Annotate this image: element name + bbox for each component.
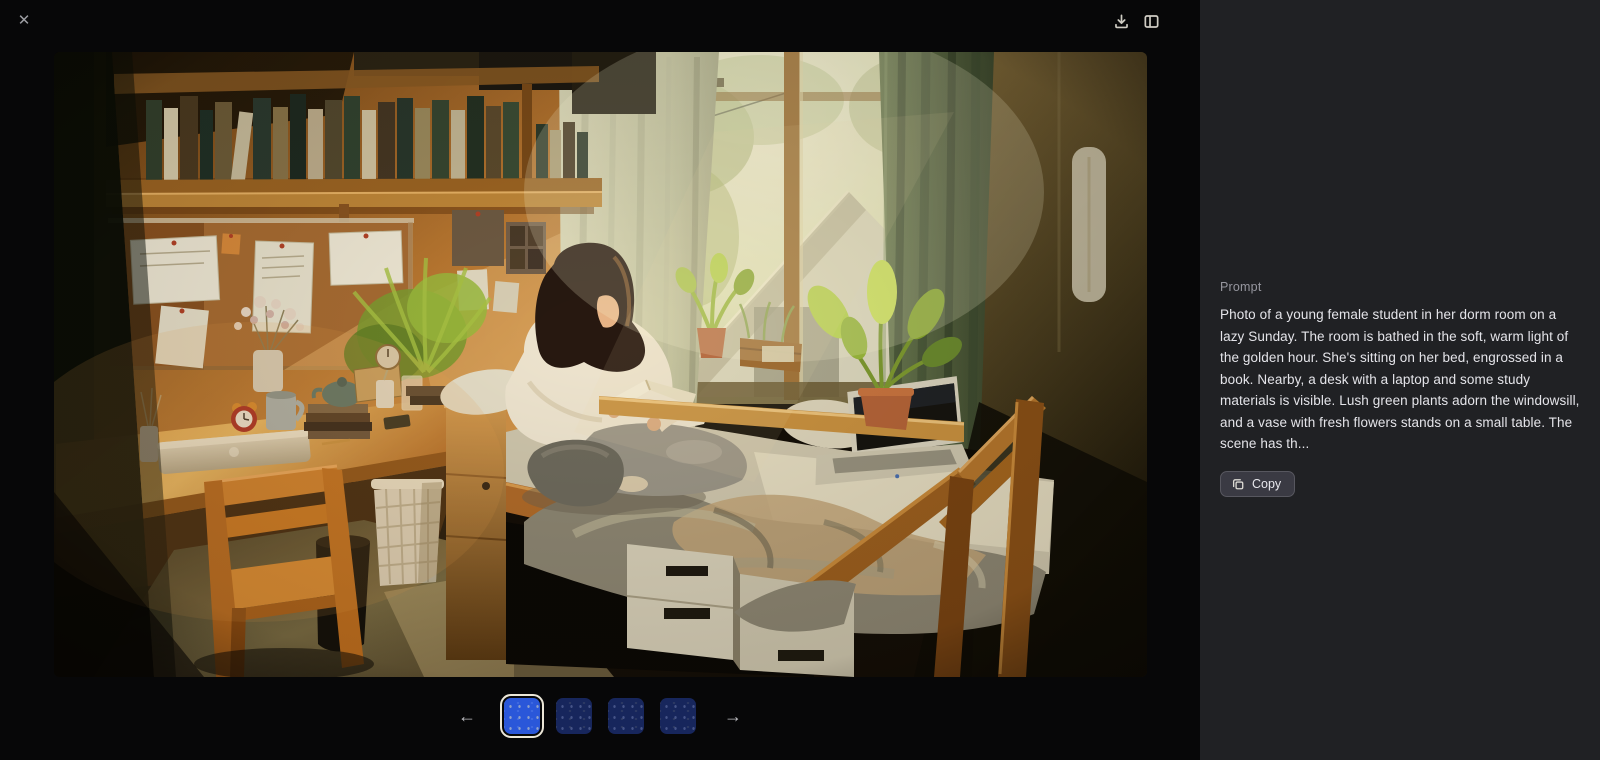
thumbnail-image [556, 698, 592, 734]
side-panel-icon [1143, 13, 1160, 30]
prev-button[interactable]: ← [448, 701, 486, 731]
image-detail-view: ✕ [0, 0, 1600, 760]
download-button[interactable] [1112, 12, 1130, 30]
thumbnail[interactable] [604, 694, 648, 738]
download-icon [1113, 13, 1130, 30]
thumbnail-strip: ← → [0, 690, 1200, 742]
thumbnail-image [608, 698, 644, 734]
next-button[interactable]: → [714, 701, 752, 731]
copy-button-label: Copy [1252, 477, 1281, 491]
thumbnail[interactable] [656, 694, 700, 738]
dorm-room-scene [54, 52, 1147, 677]
image-viewer-pane: ✕ [0, 0, 1200, 760]
thumbnail-image [504, 698, 540, 734]
prompt-text: Photo of a young female student in her d… [1220, 304, 1580, 455]
prompt-sidebar: Prompt Photo of a young female student i… [1200, 0, 1600, 760]
thumbnail[interactable] [552, 694, 596, 738]
thumbnail-selected[interactable] [500, 694, 544, 738]
copy-icon [1231, 477, 1245, 491]
thumbnail-image [660, 698, 696, 734]
generated-image[interactable] [54, 52, 1147, 677]
thumbnails [500, 694, 700, 738]
copy-button[interactable]: Copy [1220, 471, 1295, 497]
side-panel-toggle-button[interactable] [1142, 12, 1160, 30]
prompt-label: Prompt [1220, 280, 1580, 294]
close-button[interactable]: ✕ [14, 11, 34, 31]
viewer-toolbar [1112, 12, 1160, 30]
